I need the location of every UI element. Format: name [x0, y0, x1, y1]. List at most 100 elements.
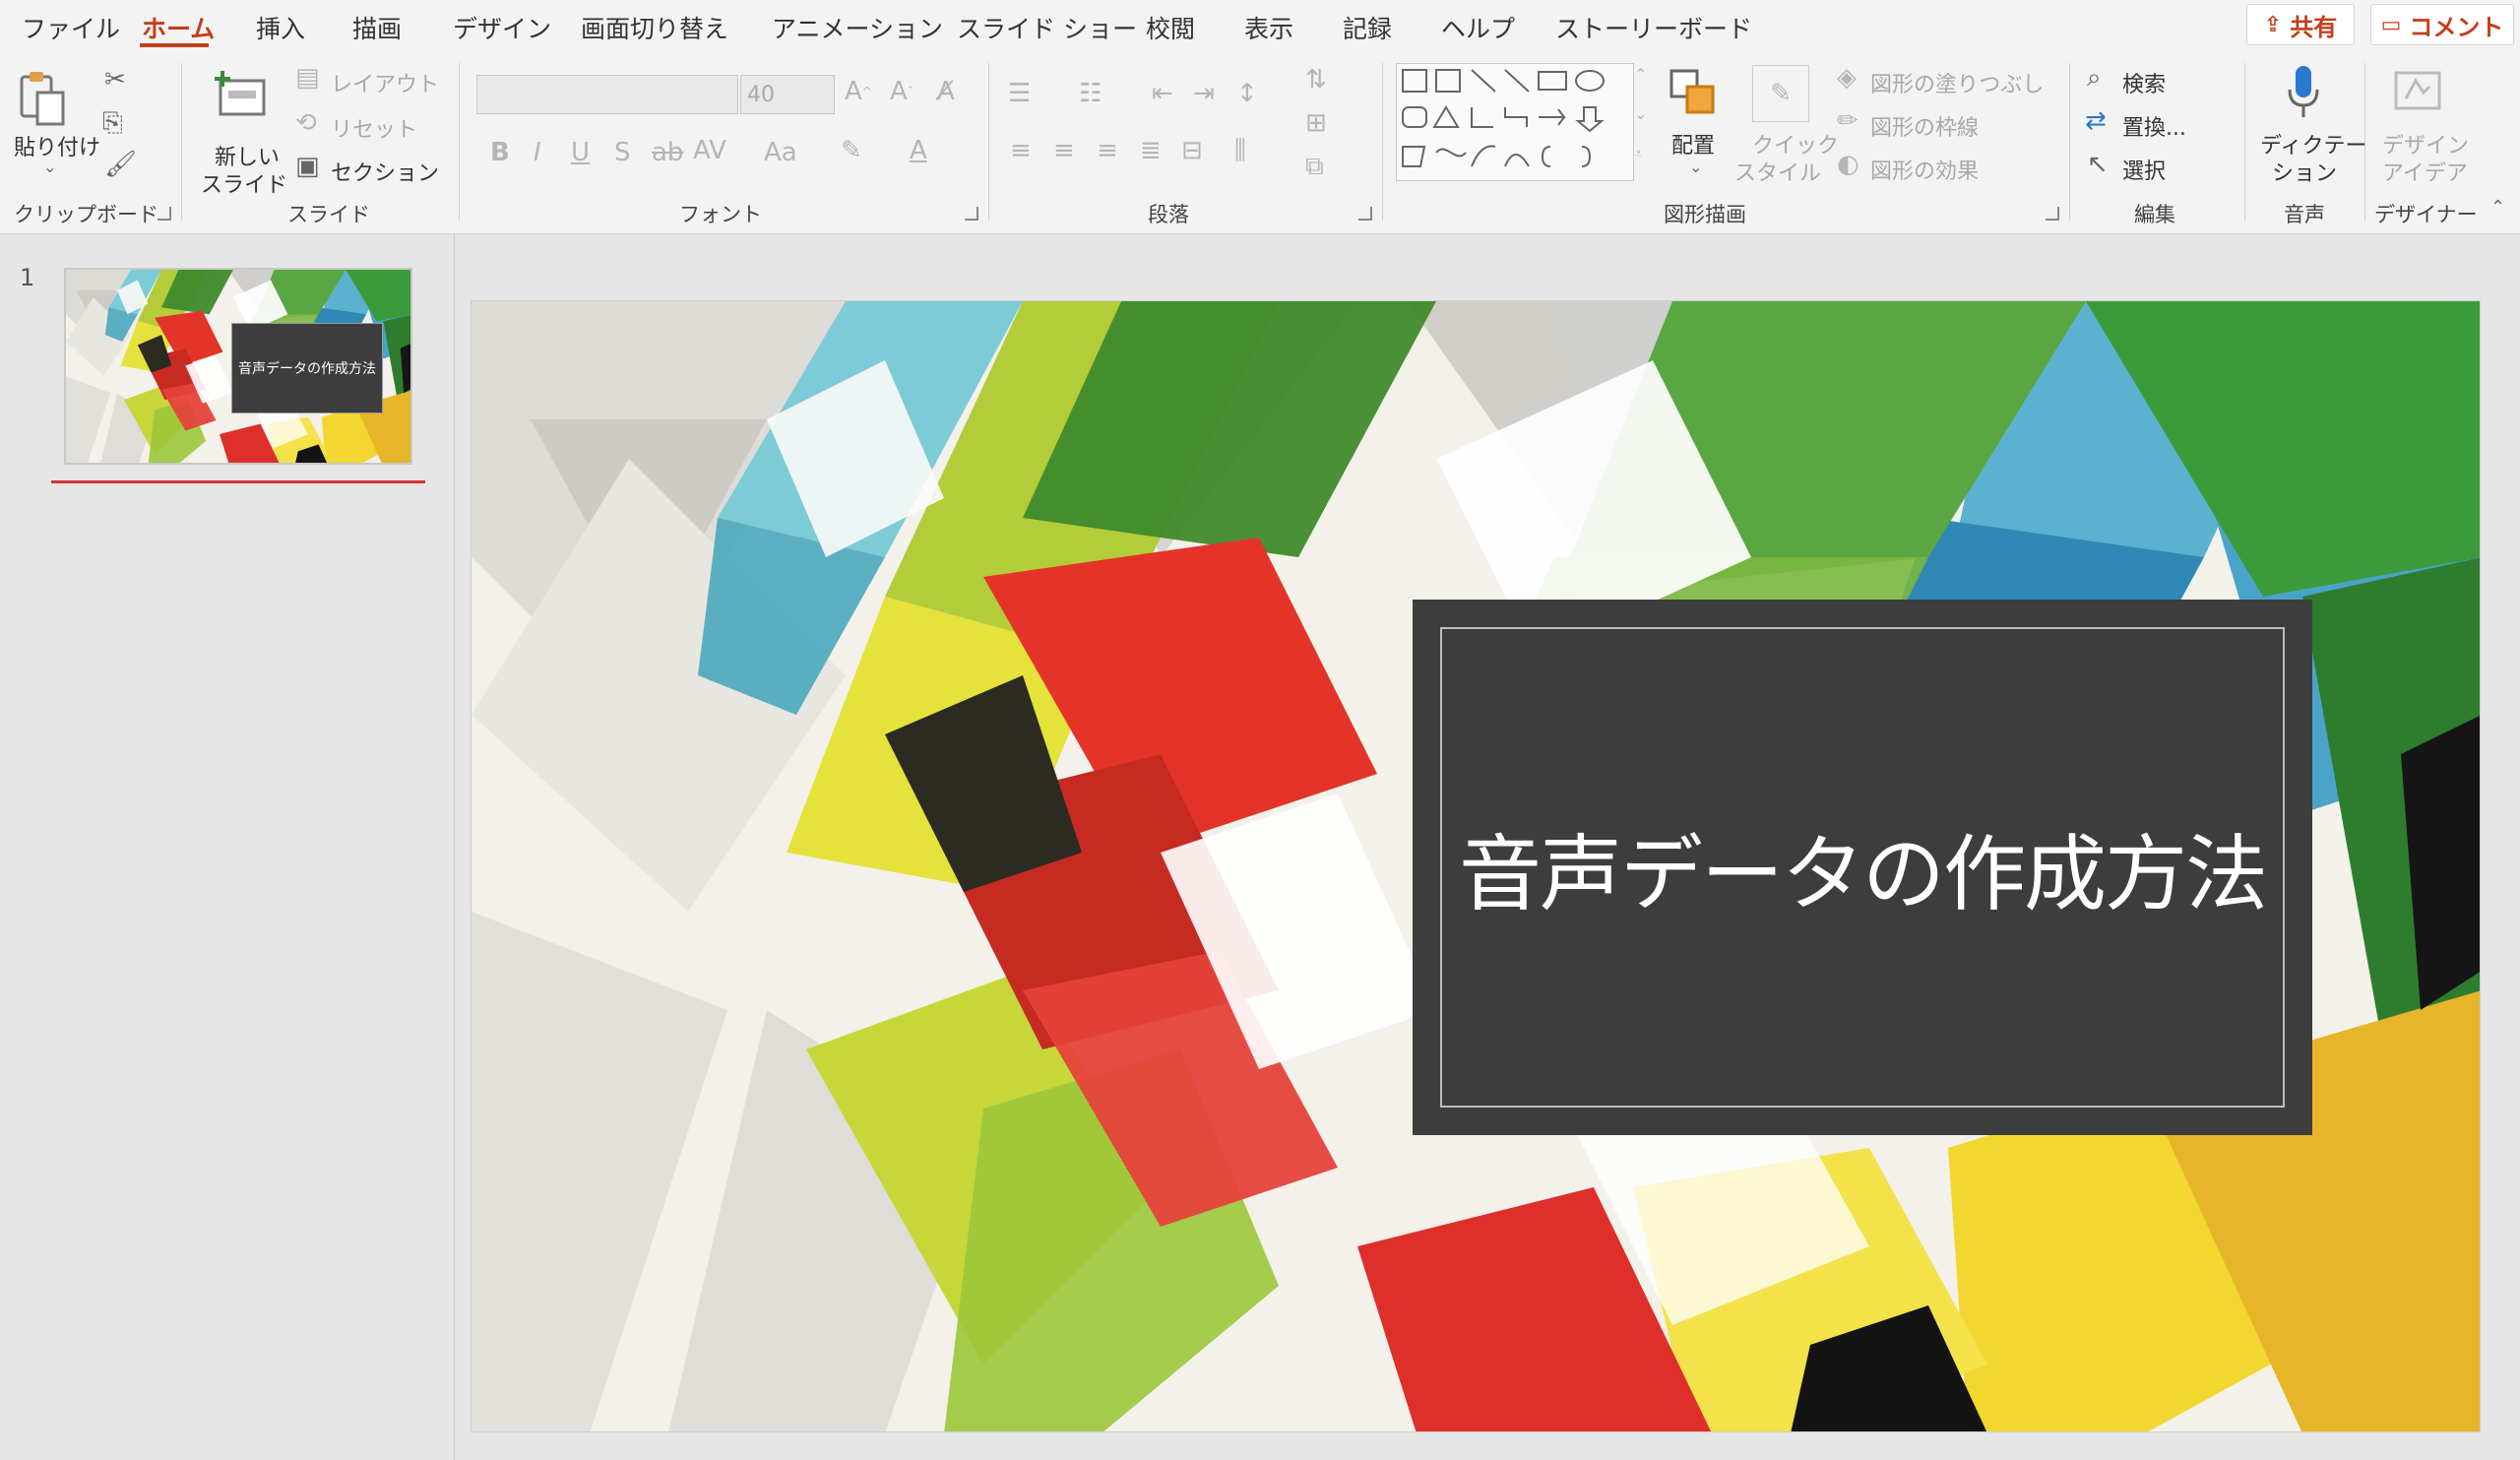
- tab-help[interactable]: ヘルプ: [1441, 10, 1515, 45]
- tab-record[interactable]: 記録: [1343, 10, 1392, 45]
- align-text-icon[interactable]: ⊞: [1305, 110, 1327, 136]
- character-spacing-icon[interactable]: AV: [693, 138, 726, 163]
- share-button[interactable]: ⇪ 共有: [2246, 4, 2355, 45]
- section-label[interactable]: セクション: [331, 156, 439, 187]
- numbering-icon[interactable]: ☷: [1079, 81, 1102, 106]
- new-slide-label-2[interactable]: スライド: [201, 167, 287, 199]
- change-case-icon[interactable]: Aa: [764, 140, 797, 165]
- paragraph-launcher-icon[interactable]: [1358, 207, 1372, 221]
- paste-dropdown-icon[interactable]: ⌄: [43, 159, 56, 175]
- tab-home[interactable]: ホーム: [142, 10, 215, 45]
- thumbnail-number: 1: [20, 264, 35, 291]
- underline-icon[interactable]: U: [571, 140, 590, 165]
- gallery-more-icon[interactable]: ⩡: [1634, 146, 1643, 161]
- distributed-icon[interactable]: ⊟: [1181, 138, 1203, 163]
- font-launcher-icon[interactable]: [965, 207, 978, 221]
- shadow-icon[interactable]: S: [614, 140, 631, 165]
- quick-style-icon[interactable]: ✎: [1752, 65, 1809, 122]
- paste-icon[interactable]: [18, 67, 67, 130]
- voice-group-label: 音声: [2284, 203, 2325, 226]
- slides-group-label: スライド: [287, 203, 370, 226]
- increase-font-icon[interactable]: A ^: [845, 79, 872, 104]
- gallery-scroll-up-icon[interactable]: ⌃: [1634, 67, 1647, 83]
- find-label[interactable]: 検索: [2122, 67, 2166, 98]
- clipboard-launcher-icon[interactable]: [158, 207, 171, 221]
- font-group-label: フォント: [679, 203, 762, 226]
- strikethrough-icon[interactable]: ab: [652, 140, 683, 165]
- align-center-icon[interactable]: ≡: [1053, 138, 1075, 163]
- italic-icon[interactable]: I: [534, 140, 541, 165]
- select-icon[interactable]: ↖: [2087, 152, 2109, 177]
- paste-label[interactable]: 貼り付け: [14, 130, 100, 161]
- shape-effects-label[interactable]: 図形の効果: [1870, 154, 1979, 185]
- slide-canvas[interactable]: 音声データの作成方法: [471, 300, 2481, 1432]
- gallery-scroll-down-icon[interactable]: ⌄: [1634, 106, 1647, 122]
- dictate-label-2[interactable]: ション: [2272, 156, 2337, 187]
- tab-design[interactable]: デザイン: [453, 10, 551, 45]
- replace-label[interactable]: 置換...: [2122, 110, 2186, 142]
- highlight-icon[interactable]: ✎: [841, 138, 862, 163]
- align-left-icon[interactable]: ≡: [1010, 138, 1032, 163]
- slide-thumbnail[interactable]: 音声データの作成方法: [64, 268, 412, 465]
- tab-transitions[interactable]: 画面切り替え: [581, 10, 728, 45]
- cut-icon[interactable]: ✂: [104, 67, 126, 93]
- reset-icon[interactable]: ⟲: [295, 110, 317, 136]
- shape-fill-label[interactable]: 図形の塗りつぶし: [1870, 67, 2044, 98]
- tab-view[interactable]: 表示: [1244, 10, 1293, 45]
- thumbnail-selection-indicator: [51, 480, 425, 483]
- tab-draw[interactable]: 描画: [352, 10, 402, 45]
- font-name-combo[interactable]: [476, 75, 738, 114]
- shape-outline-label[interactable]: 図形の枠線: [1870, 110, 1979, 142]
- format-painter-icon[interactable]: 🖌: [104, 152, 137, 177]
- drawing-launcher-icon[interactable]: [2046, 207, 2059, 221]
- comment-button[interactable]: ▭ コメント: [2370, 4, 2514, 45]
- tab-storyboard[interactable]: ストーリーボード: [1555, 10, 1752, 45]
- title-text-frame[interactable]: 音声データの作成方法: [1440, 627, 2285, 1108]
- font-color-icon[interactable]: A: [910, 138, 927, 163]
- thumbnail-title: 音声データの作成方法: [238, 361, 376, 377]
- shape-outline-icon[interactable]: ✏: [1837, 108, 1858, 134]
- replace-icon[interactable]: ⇄: [2085, 108, 2107, 134]
- shapes-gallery[interactable]: [1396, 63, 1634, 181]
- tab-animations[interactable]: アニメーション: [772, 10, 943, 45]
- tab-review[interactable]: 校閲: [1146, 10, 1195, 45]
- layout-label[interactable]: レイアウト: [331, 67, 439, 98]
- separator: [1382, 63, 1383, 221]
- align-right-icon[interactable]: ≡: [1097, 138, 1118, 163]
- text-direction-icon[interactable]: ⇅: [1305, 67, 1327, 93]
- decrease-indent-icon[interactable]: ⇤: [1152, 81, 1173, 106]
- line-spacing-icon[interactable]: ↕: [1236, 81, 1258, 106]
- tab-insert[interactable]: 挿入: [256, 10, 305, 45]
- bold-icon[interactable]: B: [490, 140, 510, 165]
- layout-icon[interactable]: ▤: [295, 65, 320, 91]
- design-ideas-label-2[interactable]: アイデア: [2382, 156, 2468, 187]
- reset-label[interactable]: リセット: [331, 112, 417, 144]
- arrange-label[interactable]: 配置: [1671, 128, 1715, 159]
- slide-title[interactable]: 音声データの作成方法: [1459, 808, 2268, 927]
- paragraph-group-label: 段落: [1148, 203, 1189, 226]
- select-label[interactable]: 選択: [2122, 154, 2166, 185]
- arrange-icon[interactable]: [1668, 67, 1719, 118]
- justify-icon[interactable]: ≣: [1140, 138, 1162, 163]
- copy-icon[interactable]: ⎘: [102, 110, 123, 136]
- shape-effects-icon[interactable]: ◐: [1837, 152, 1859, 177]
- collapse-ribbon-icon[interactable]: ⌃: [2490, 199, 2505, 217]
- arrange-dropdown-icon[interactable]: ⌄: [1689, 159, 1702, 175]
- font-size-combo[interactable]: 40: [740, 75, 835, 114]
- tab-slideshow[interactable]: スライド ショー: [957, 10, 1137, 45]
- increase-indent-icon[interactable]: ⇥: [1193, 81, 1215, 106]
- separator: [459, 63, 460, 221]
- section-icon[interactable]: ▣: [295, 154, 320, 179]
- smartart-icon[interactable]: ⧉: [1305, 154, 1324, 179]
- bullets-icon[interactable]: ☰: [1008, 81, 1031, 106]
- columns-icon[interactable]: ⫼: [1234, 138, 1246, 163]
- dictate-icon[interactable]: [2282, 63, 2325, 122]
- tab-file[interactable]: ファイル: [22, 10, 120, 45]
- find-icon[interactable]: ⌕: [2087, 65, 2102, 91]
- clear-formatting-icon[interactable]: A̸: [937, 79, 955, 104]
- shape-fill-icon[interactable]: ◈: [1837, 65, 1857, 91]
- decrease-font-icon[interactable]: Aˇ: [890, 79, 914, 104]
- new-slide-icon[interactable]: [215, 67, 270, 122]
- quick-style-label-2[interactable]: スタイル: [1734, 156, 1821, 187]
- design-ideas-icon[interactable]: [2392, 65, 2445, 118]
